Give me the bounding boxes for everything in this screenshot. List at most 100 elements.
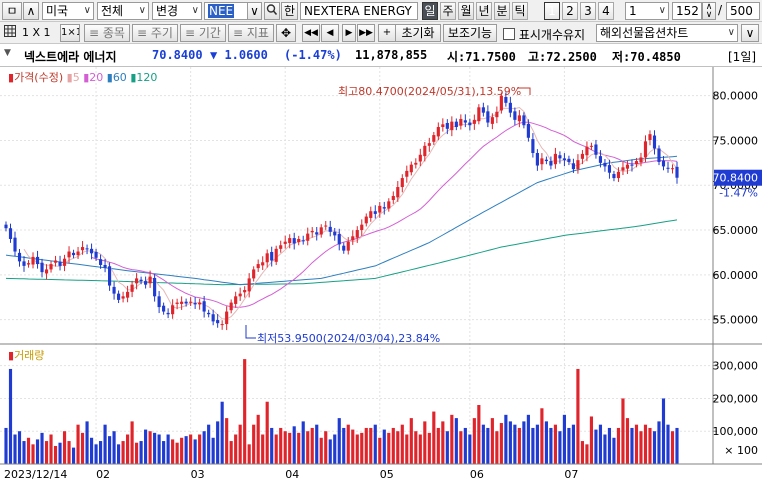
- search-icon[interactable]: [264, 2, 280, 20]
- collapse-icon[interactable]: ▼: [4, 48, 11, 58]
- candle-body: [441, 124, 445, 128]
- volume-bar: [486, 427, 490, 464]
- layout-button-1[interactable]: 1: [544, 2, 560, 20]
- unit-value: 1: [629, 4, 637, 18]
- candle-body: [225, 311, 229, 325]
- candle-body: [67, 251, 71, 258]
- volume-bar: [315, 424, 319, 464]
- candle-body: [454, 121, 458, 128]
- volume-bar: [369, 427, 373, 464]
- candle-body: [382, 207, 386, 209]
- volume-bar: [513, 424, 517, 464]
- candle-body: [432, 135, 436, 142]
- candle-body: [126, 291, 130, 298]
- period-button-1[interactable]: 주: [440, 2, 456, 20]
- candle-body: [535, 152, 539, 166]
- indicator-button[interactable]: ≡ 지표: [228, 24, 274, 42]
- candle-body: [261, 262, 265, 266]
- volume-bar: [62, 431, 67, 464]
- chevron-up-icon[interactable]: ∧: [23, 2, 39, 20]
- period-button-0[interactable]: 일: [422, 2, 438, 20]
- volume-bar: [495, 431, 499, 464]
- count-total-input[interactable]: 500: [726, 2, 760, 20]
- scroll-right-icon[interactable]: ▶: [342, 24, 356, 42]
- fix-count-checkbox[interactable]: 표시개수유지: [503, 26, 585, 43]
- change-select[interactable]: 변경: [152, 2, 202, 20]
- candle-body: [472, 119, 476, 124]
- volume-bar: [211, 437, 215, 464]
- candle-body: [270, 251, 274, 261]
- unit-select[interactable]: 1: [625, 2, 669, 20]
- period-button-3[interactable]: 년: [476, 2, 492, 20]
- volume-bar: [71, 447, 76, 464]
- layout-button-3[interactable]: 3: [580, 2, 596, 20]
- candle-body: [490, 117, 494, 124]
- high-annotation: 최고80.4700(2024/05/31),13.59%: [338, 85, 521, 98]
- volume-tick-label: 300,000: [713, 360, 759, 373]
- volume-bar: [396, 431, 400, 464]
- price-volume-chart[interactable]: 80.000075.000070.000065.000060.000055.00…: [0, 67, 762, 481]
- candle-body: [409, 164, 413, 173]
- period-button[interactable]: ≡ 기간: [180, 24, 226, 42]
- scroll-left-icon[interactable]: ◀: [321, 24, 339, 42]
- count-separator: /: [718, 3, 723, 17]
- count-input[interactable]: 152: [672, 2, 702, 20]
- volume-tick-label: 100,000: [713, 425, 759, 438]
- cycle-button[interactable]: ≡ 주기: [132, 24, 178, 42]
- layout-button-2[interactable]: 2: [562, 2, 578, 20]
- volume-bar: [405, 434, 409, 464]
- volume-bar: [243, 359, 247, 464]
- quote-info-bar: ▼ 넥스트에라 에너지 70.8400 ▼ 1.0600 (-1.47%) 11…: [0, 44, 762, 67]
- grid-icon[interactable]: [4, 25, 16, 40]
- period-button-2[interactable]: 월: [458, 2, 474, 20]
- volume-bar: [436, 427, 440, 464]
- candle-body: [661, 160, 666, 167]
- candle-body: [369, 211, 373, 218]
- volume-bar: [639, 431, 643, 464]
- zoom-in-icon[interactable]: +: [378, 24, 396, 42]
- item-button[interactable]: ≡ 종목: [84, 24, 130, 42]
- one-by-one-button[interactable]: 1×1: [60, 24, 80, 42]
- market-scope-select[interactable]: 전체: [97, 2, 149, 20]
- aux-label: 보조기능: [447, 26, 493, 40]
- volume-bar: [432, 411, 436, 464]
- volume-bar: [184, 436, 188, 464]
- chevron-down-icon[interactable]: ∨: [741, 24, 759, 42]
- volume-bar: [670, 431, 675, 464]
- volume-bar: [459, 431, 463, 464]
- candle-body: [238, 293, 242, 297]
- volume-bar: [567, 427, 571, 464]
- layout-button-4[interactable]: 4: [598, 2, 614, 20]
- volume-bar: [387, 432, 391, 464]
- grid-layout-button[interactable]: 1 X 1: [22, 26, 51, 39]
- volume-bar: [355, 434, 359, 464]
- period-button-4[interactable]: 분: [494, 2, 510, 20]
- market-scope-value: 전체: [101, 4, 124, 18]
- candle-body: [468, 122, 472, 126]
- volume-bar: [139, 441, 143, 464]
- futures-chart-select[interactable]: 해외선물옵션차트: [596, 24, 738, 42]
- screen-number-button[interactable]: ㅁ: [2, 2, 22, 20]
- candle-body: [117, 293, 121, 300]
- scroll-first-icon[interactable]: ◀◀: [302, 24, 320, 42]
- volume-bar: [508, 421, 512, 464]
- reset-button[interactable]: 초기화: [395, 24, 441, 42]
- count-stepper[interactable]: ∧ ∨: [702, 2, 716, 20]
- period-button-5[interactable]: 틱: [512, 2, 528, 20]
- move-cross-icon[interactable]: ✥: [276, 24, 296, 42]
- candle-body: [639, 157, 643, 163]
- time-tick-label: 07: [564, 468, 578, 481]
- volume-bar: [53, 445, 58, 464]
- candle-body: [8, 228, 13, 239]
- scroll-last-icon[interactable]: ▶▶: [357, 24, 375, 42]
- volume-bar: [643, 424, 648, 464]
- market-select[interactable]: 미국: [42, 2, 94, 20]
- candle-body: [531, 139, 535, 153]
- candle-body: [139, 279, 143, 282]
- volume-bar: [621, 398, 625, 464]
- korean-name-toggle[interactable]: 한: [281, 2, 298, 20]
- symbol-dropdown-chevron-icon[interactable]: ∨: [247, 2, 262, 20]
- volume-bar: [661, 398, 666, 464]
- aux-button[interactable]: 보조기능: [443, 24, 497, 42]
- candle-body: [513, 111, 517, 120]
